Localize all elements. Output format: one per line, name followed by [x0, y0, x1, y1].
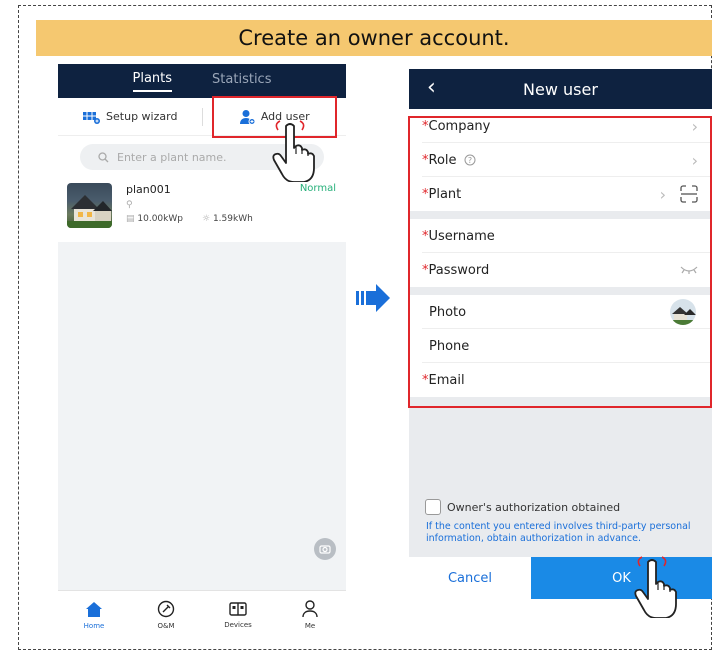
nav-home[interactable]: Home — [69, 601, 119, 630]
header-bar: ‹ New user — [409, 69, 712, 109]
setup-wizard-button[interactable]: Setup wizard — [58, 110, 202, 124]
nav-me[interactable]: Me — [285, 600, 335, 630]
person-icon — [302, 600, 318, 618]
plant-list-item[interactable]: plan001 Normal ⚲ ▤ 10.00kWp ☼ 1.59kWh — [58, 178, 346, 242]
cancel-button[interactable]: Cancel — [409, 557, 531, 599]
status-badge: Normal — [299, 183, 336, 194]
floating-scan-button[interactable] — [314, 538, 336, 560]
nav-devices[interactable]: Devices — [213, 601, 263, 629]
devices-icon — [229, 602, 247, 616]
top-tabs: Plants Statistics — [58, 64, 346, 98]
plant-name: plan001 — [126, 183, 171, 196]
setup-wizard-label: Setup wizard — [106, 110, 178, 123]
page-title: New user — [523, 79, 598, 99]
authorization-checkbox[interactable] — [425, 499, 441, 515]
nav-home-label: Home — [83, 621, 105, 630]
tab-plants[interactable]: Plants — [132, 71, 173, 92]
nav-om[interactable]: O&M — [141, 600, 191, 630]
capacity-text: 10.00kWp — [137, 214, 183, 224]
capacity-value: ▤ 10.00kWp — [126, 214, 183, 224]
authorization-note: If the content you entered involves thir… — [426, 521, 691, 544]
panel-icon: ▤ — [126, 214, 138, 224]
camera-icon — [319, 545, 331, 554]
arrow-right-icon — [356, 284, 390, 312]
tap-hand-icon — [272, 120, 315, 182]
ok-button[interactable]: OK — [531, 557, 712, 599]
tap-hand-icon — [634, 556, 677, 618]
om-icon — [157, 600, 175, 618]
bottom-navigation: Home O&M Devices Me — [58, 590, 346, 639]
energy-value: ☼ 1.59kWh — [202, 214, 253, 224]
location-icon: ⚲ — [126, 200, 133, 210]
form-highlight — [408, 116, 712, 408]
authorization-checkbox-row[interactable]: Owner's authorization obtained — [425, 499, 620, 515]
home-icon — [86, 601, 102, 617]
solar-panel-icon — [83, 111, 101, 124]
nav-devices-label: Devices — [224, 621, 252, 629]
banner-title: Create an owner account. — [36, 20, 712, 56]
tab-statistics[interactable]: Statistics — [212, 72, 271, 91]
nav-me-label: Me — [304, 622, 316, 630]
nav-om-label: O&M — [157, 622, 175, 630]
search-icon — [98, 151, 109, 162]
search-placeholder: Enter a plant name. — [117, 150, 227, 164]
back-icon[interactable]: ‹ — [427, 75, 436, 100]
energy-text: 1.59kWh — [212, 214, 253, 224]
sun-icon: ☼ — [202, 214, 213, 224]
plant-photo — [67, 183, 112, 228]
authorization-label: Owner's authorization obtained — [447, 500, 621, 514]
